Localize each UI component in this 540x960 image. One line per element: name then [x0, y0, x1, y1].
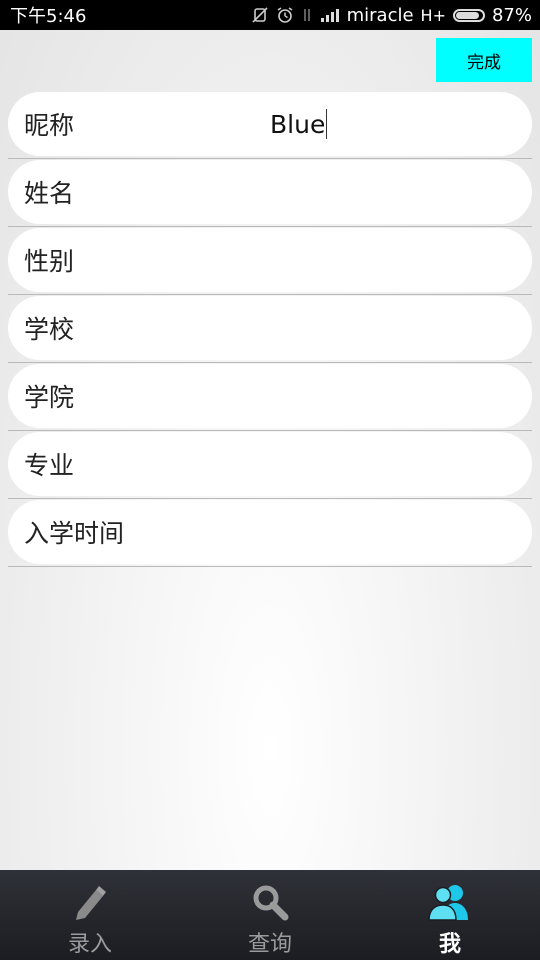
major-field[interactable]: 专业 [8, 432, 532, 496]
field-label: 姓名 [24, 179, 75, 208]
profile-form: 昵称 Blue 姓名 性别 学校 学院 专业 入学时间 [8, 91, 532, 567]
tab-query[interactable]: 查询 [180, 870, 360, 960]
tab-label: 查询 [247, 932, 292, 957]
tab-label: 我 [438, 932, 461, 957]
tab-me[interactable]: 我 [360, 870, 540, 960]
field-label: 学院 [24, 383, 75, 412]
form-row-college: 学院 [8, 363, 532, 431]
battery-icon [452, 8, 485, 22]
form-row-nickname: 昵称 Blue [8, 91, 532, 159]
form-row-major: 专业 [8, 431, 532, 499]
college-field[interactable]: 学院 [8, 364, 532, 428]
enrollment-date-field[interactable]: 入学时间 [8, 500, 532, 564]
users-icon [424, 880, 476, 924]
text-cursor [326, 109, 328, 139]
signal-icon [320, 7, 340, 23]
alarm-icon [276, 6, 294, 24]
field-label: 入学时间 [24, 519, 125, 548]
action-bar: 完成 [0, 30, 540, 90]
carrier-name: miracle [346, 4, 414, 26]
status-bar: 下午5:46 miracle H+ 87% [0, 0, 540, 30]
vibrate-off-icon [251, 6, 269, 24]
tab-label: 录入 [67, 932, 112, 957]
battery-fill [455, 11, 479, 19]
tab-entry[interactable]: 录入 [0, 870, 180, 960]
form-row-enrollment-date: 入学时间 [8, 499, 532, 567]
nickname-field[interactable]: 昵称 Blue [8, 92, 532, 156]
network-type: H+ [420, 5, 446, 25]
form-row-name: 姓名 [8, 159, 532, 227]
bottom-tab-bar: 录入 查询 我 [0, 870, 540, 960]
form-row-gender: 性别 [8, 227, 532, 295]
field-label: 昵称 [24, 111, 75, 140]
school-field[interactable]: 学校 [8, 296, 532, 360]
field-label: 学校 [24, 315, 75, 344]
battery-percent: 87% [491, 4, 532, 26]
status-time: 下午5:46 [10, 6, 87, 27]
data-transfer-icon [301, 6, 313, 24]
gender-field[interactable]: 性别 [8, 228, 532, 292]
search-icon [244, 880, 296, 924]
field-label: 专业 [24, 451, 75, 480]
pencil-icon [64, 880, 116, 924]
field-label: 性别 [24, 247, 75, 276]
form-row-school: 学校 [8, 295, 532, 363]
name-field[interactable]: 姓名 [8, 160, 532, 224]
done-button[interactable]: 完成 [436, 38, 532, 82]
nickname-input-container[interactable]: Blue [270, 109, 328, 139]
field-value[interactable]: Blue [270, 110, 325, 139]
